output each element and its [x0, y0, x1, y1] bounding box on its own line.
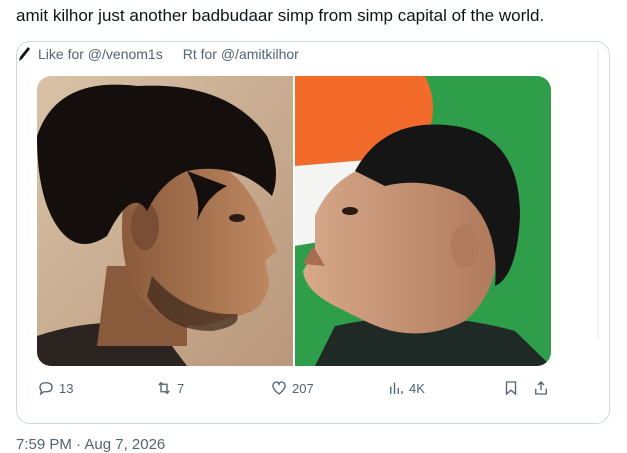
rt-for-text: Rt for @/amitkilhor	[182, 46, 299, 62]
retweet-icon	[158, 381, 170, 395]
tweet-text: amit kilhor just another badbudaar simp …	[16, 6, 545, 25]
share-button[interactable]	[532, 376, 554, 400]
bar-chart-icon	[390, 382, 403, 394]
quoted-tweet-card[interactable]: Like for @/venom1s Rt for @/amitkilhor 1…	[16, 41, 610, 424]
media-image[interactable]	[37, 76, 551, 366]
photo-left	[37, 76, 293, 366]
bookmark-icon	[505, 381, 517, 396]
heart-icon	[272, 381, 286, 395]
share-icon	[535, 381, 547, 395]
retweet-count: 7	[177, 380, 185, 396]
quote-header: Like for @/venom1s Rt for @/amitkilhor	[17, 44, 299, 64]
views-button[interactable]: 4K	[387, 376, 425, 400]
like-button[interactable]: 207	[270, 376, 314, 400]
tweet-timestamp[interactable]: 7:59 PM · Aug 7, 2026	[16, 436, 165, 453]
retweet-button[interactable]: 7	[155, 376, 184, 400]
reply-button[interactable]: 13	[37, 376, 73, 400]
like-count: 207	[292, 380, 314, 396]
scrollbar[interactable]	[597, 50, 599, 340]
action-bar: 13 7 207 4K	[17, 376, 609, 400]
like-for-text: Like for @/venom1s	[38, 46, 163, 62]
bookmark-button[interactable]	[502, 376, 524, 400]
reply-icon	[39, 382, 53, 396]
pen-icon	[19, 47, 30, 61]
photo-right	[293, 76, 551, 366]
reply-count: 13	[59, 380, 74, 396]
views-count: 4K	[409, 380, 425, 396]
